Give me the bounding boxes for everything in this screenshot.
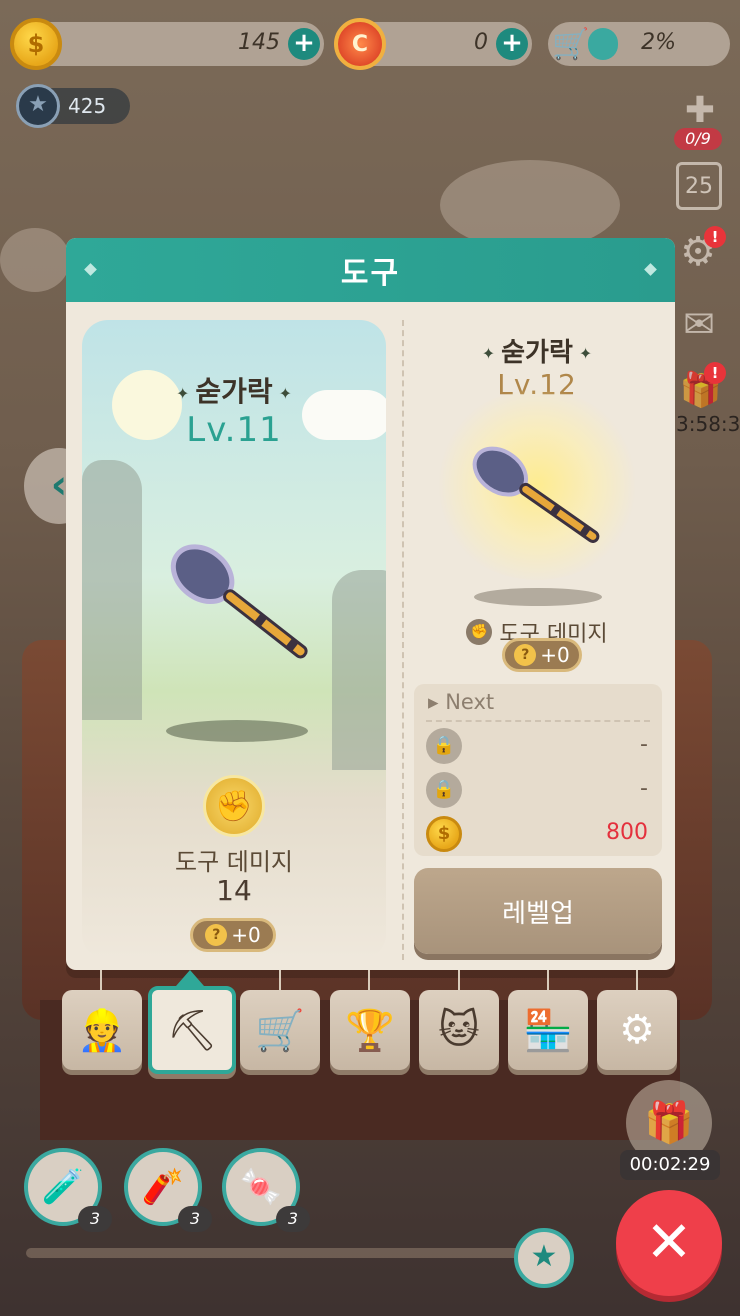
shop-icon: 🏪 bbox=[523, 1007, 573, 1054]
next-bonus-badge[interactable]: ? +0 bbox=[502, 638, 582, 672]
close-button[interactable]: ✕ bbox=[616, 1190, 722, 1296]
minecart-icon: 🛒 bbox=[255, 1007, 305, 1054]
sparkle-icon: ✦ bbox=[578, 344, 593, 363]
coin-icon: $ bbox=[426, 816, 462, 852]
fist-icon: ✊ bbox=[203, 775, 265, 837]
reward-row: 🔒 - bbox=[426, 772, 648, 810]
lock-icon: 🔒 bbox=[426, 772, 462, 808]
tab-shop[interactable]: 🏪 bbox=[508, 990, 588, 1070]
reward-value: - bbox=[640, 732, 648, 757]
current-stat-value: 14 bbox=[216, 874, 252, 907]
tool-shadow bbox=[474, 588, 602, 606]
tab-connector bbox=[458, 970, 460, 990]
item-count: 3 bbox=[178, 1206, 212, 1232]
box-timer: 3:58:30 bbox=[676, 412, 740, 436]
question-icon: ? bbox=[205, 924, 228, 946]
tab-connector bbox=[547, 970, 549, 990]
tab-tool[interactable]: ⛏ bbox=[148, 986, 236, 1074]
add-gem-button[interactable]: + bbox=[496, 28, 528, 60]
gem-counter: C 0 + bbox=[334, 18, 532, 70]
next-tool-name: ✦ 숟가락 ✦ bbox=[412, 332, 662, 369]
dialog-title: 도구 bbox=[340, 256, 401, 291]
mail-icon[interactable]: ✉ bbox=[674, 304, 724, 344]
current-bonus-badge[interactable]: ? +0 bbox=[190, 918, 276, 952]
pickaxe-icon: ⛏ bbox=[166, 1007, 218, 1054]
question-icon: ? bbox=[514, 644, 537, 666]
dashed-divider bbox=[426, 720, 650, 722]
notification-dot: ! bbox=[704, 226, 726, 248]
medal-icon: ★ bbox=[16, 84, 60, 128]
cart-progress-value: 2% bbox=[641, 30, 676, 55]
sparkle-icon: ✦ bbox=[278, 383, 293, 403]
active-tab-pointer bbox=[176, 970, 204, 986]
potion-icon: 🧪 bbox=[41, 1167, 85, 1207]
add-gold-button[interactable]: + bbox=[288, 28, 320, 60]
tab-cat[interactable]: 🐱 bbox=[419, 990, 499, 1070]
spoon-icon bbox=[170, 544, 308, 659]
next-title: ▸ Next bbox=[428, 690, 495, 714]
fist-icon: ✊ bbox=[466, 619, 493, 645]
tab-trophy[interactable]: 🏆 bbox=[330, 990, 410, 1070]
gold-counter: $ 145 + bbox=[10, 18, 324, 70]
bottom-progress-track bbox=[26, 1248, 546, 1258]
background-cloud bbox=[0, 228, 70, 292]
gold-value: 145 bbox=[238, 30, 280, 55]
puzzle-count: 0/9 bbox=[674, 128, 722, 150]
tab-settings[interactable]: ⚙ bbox=[597, 990, 677, 1070]
medal-value: 425 bbox=[68, 94, 107, 118]
tab-connector bbox=[279, 970, 281, 990]
spoon-icon bbox=[472, 446, 600, 543]
coin-icon: $ bbox=[10, 18, 62, 70]
levelup-button[interactable]: 레벨업 bbox=[414, 868, 662, 954]
next-bonus-value: +0 bbox=[540, 643, 570, 667]
sparkle-icon: ✦ bbox=[481, 344, 496, 363]
miner-icon: 👷 bbox=[77, 1007, 127, 1054]
tab-connector bbox=[100, 970, 102, 990]
cliff-decoration bbox=[82, 460, 142, 720]
levelup-cost: 800 bbox=[606, 820, 648, 845]
cat-icon: 🐱 bbox=[438, 1007, 480, 1053]
cost-row: $ 800 bbox=[426, 816, 648, 854]
candy-icon: 🍬 bbox=[239, 1167, 283, 1207]
current-tool-level: Lv.11 bbox=[186, 410, 282, 450]
header-ornament bbox=[644, 263, 657, 276]
tab-miner[interactable]: 👷 bbox=[62, 990, 142, 1070]
cliff-decoration bbox=[332, 570, 386, 770]
medal-counter[interactable]: ★ 425 bbox=[16, 84, 130, 128]
trophy-icon: 🏆 bbox=[345, 1007, 395, 1054]
dialog-header: 도구 bbox=[66, 238, 675, 302]
tab-minecart[interactable]: 🛒 bbox=[240, 990, 320, 1070]
background-cloud bbox=[440, 160, 620, 250]
reward-row: 🔒 - bbox=[426, 728, 648, 766]
reward-value: - bbox=[640, 776, 648, 801]
tab-connector bbox=[636, 970, 638, 990]
tool-upgrade-dialog: 도구 ✦ 숟가락 ✦ Lv.11 ✊ 도구 데미지 14 ? +0 ✦ 숟가락 … bbox=[66, 238, 675, 970]
next-level-rewards: ▸ Next 🔒 - 🔒 - $ 800 bbox=[414, 684, 662, 856]
notification-dot: ! bbox=[704, 362, 726, 384]
calendar-icon[interactable]: 25 bbox=[676, 162, 722, 210]
item-count: 3 bbox=[78, 1206, 112, 1232]
gear-icon: ⚙ bbox=[619, 1007, 655, 1053]
cart-progress: 🛒 2% bbox=[548, 22, 730, 66]
current-tool-name: ✦ 숟가락 ✦ bbox=[82, 370, 386, 410]
dynamite-icon: 🧨 bbox=[141, 1167, 185, 1207]
star-icon[interactable]: ★ bbox=[514, 1228, 574, 1288]
minecart-icon: 🛒 bbox=[552, 26, 590, 62]
calendar-day: 25 bbox=[685, 174, 713, 199]
tool-shadow bbox=[166, 720, 308, 742]
current-tool-card: ✦ 숟가락 ✦ Lv.11 ✊ 도구 데미지 14 ? +0 bbox=[82, 320, 386, 960]
column-divider bbox=[402, 320, 404, 960]
gem-value: 0 bbox=[474, 30, 488, 55]
header-ornament bbox=[84, 263, 97, 276]
current-stat-label: 도구 데미지 bbox=[174, 848, 294, 876]
gift-timer: 00:02:29 bbox=[620, 1150, 720, 1180]
sparkle-icon: ✦ bbox=[175, 383, 190, 403]
current-bonus-value: +0 bbox=[231, 923, 261, 947]
gem-icon: C bbox=[334, 18, 386, 70]
tab-connector bbox=[368, 970, 370, 990]
lock-icon: 🔒 bbox=[426, 728, 462, 764]
item-count: 3 bbox=[276, 1206, 310, 1232]
